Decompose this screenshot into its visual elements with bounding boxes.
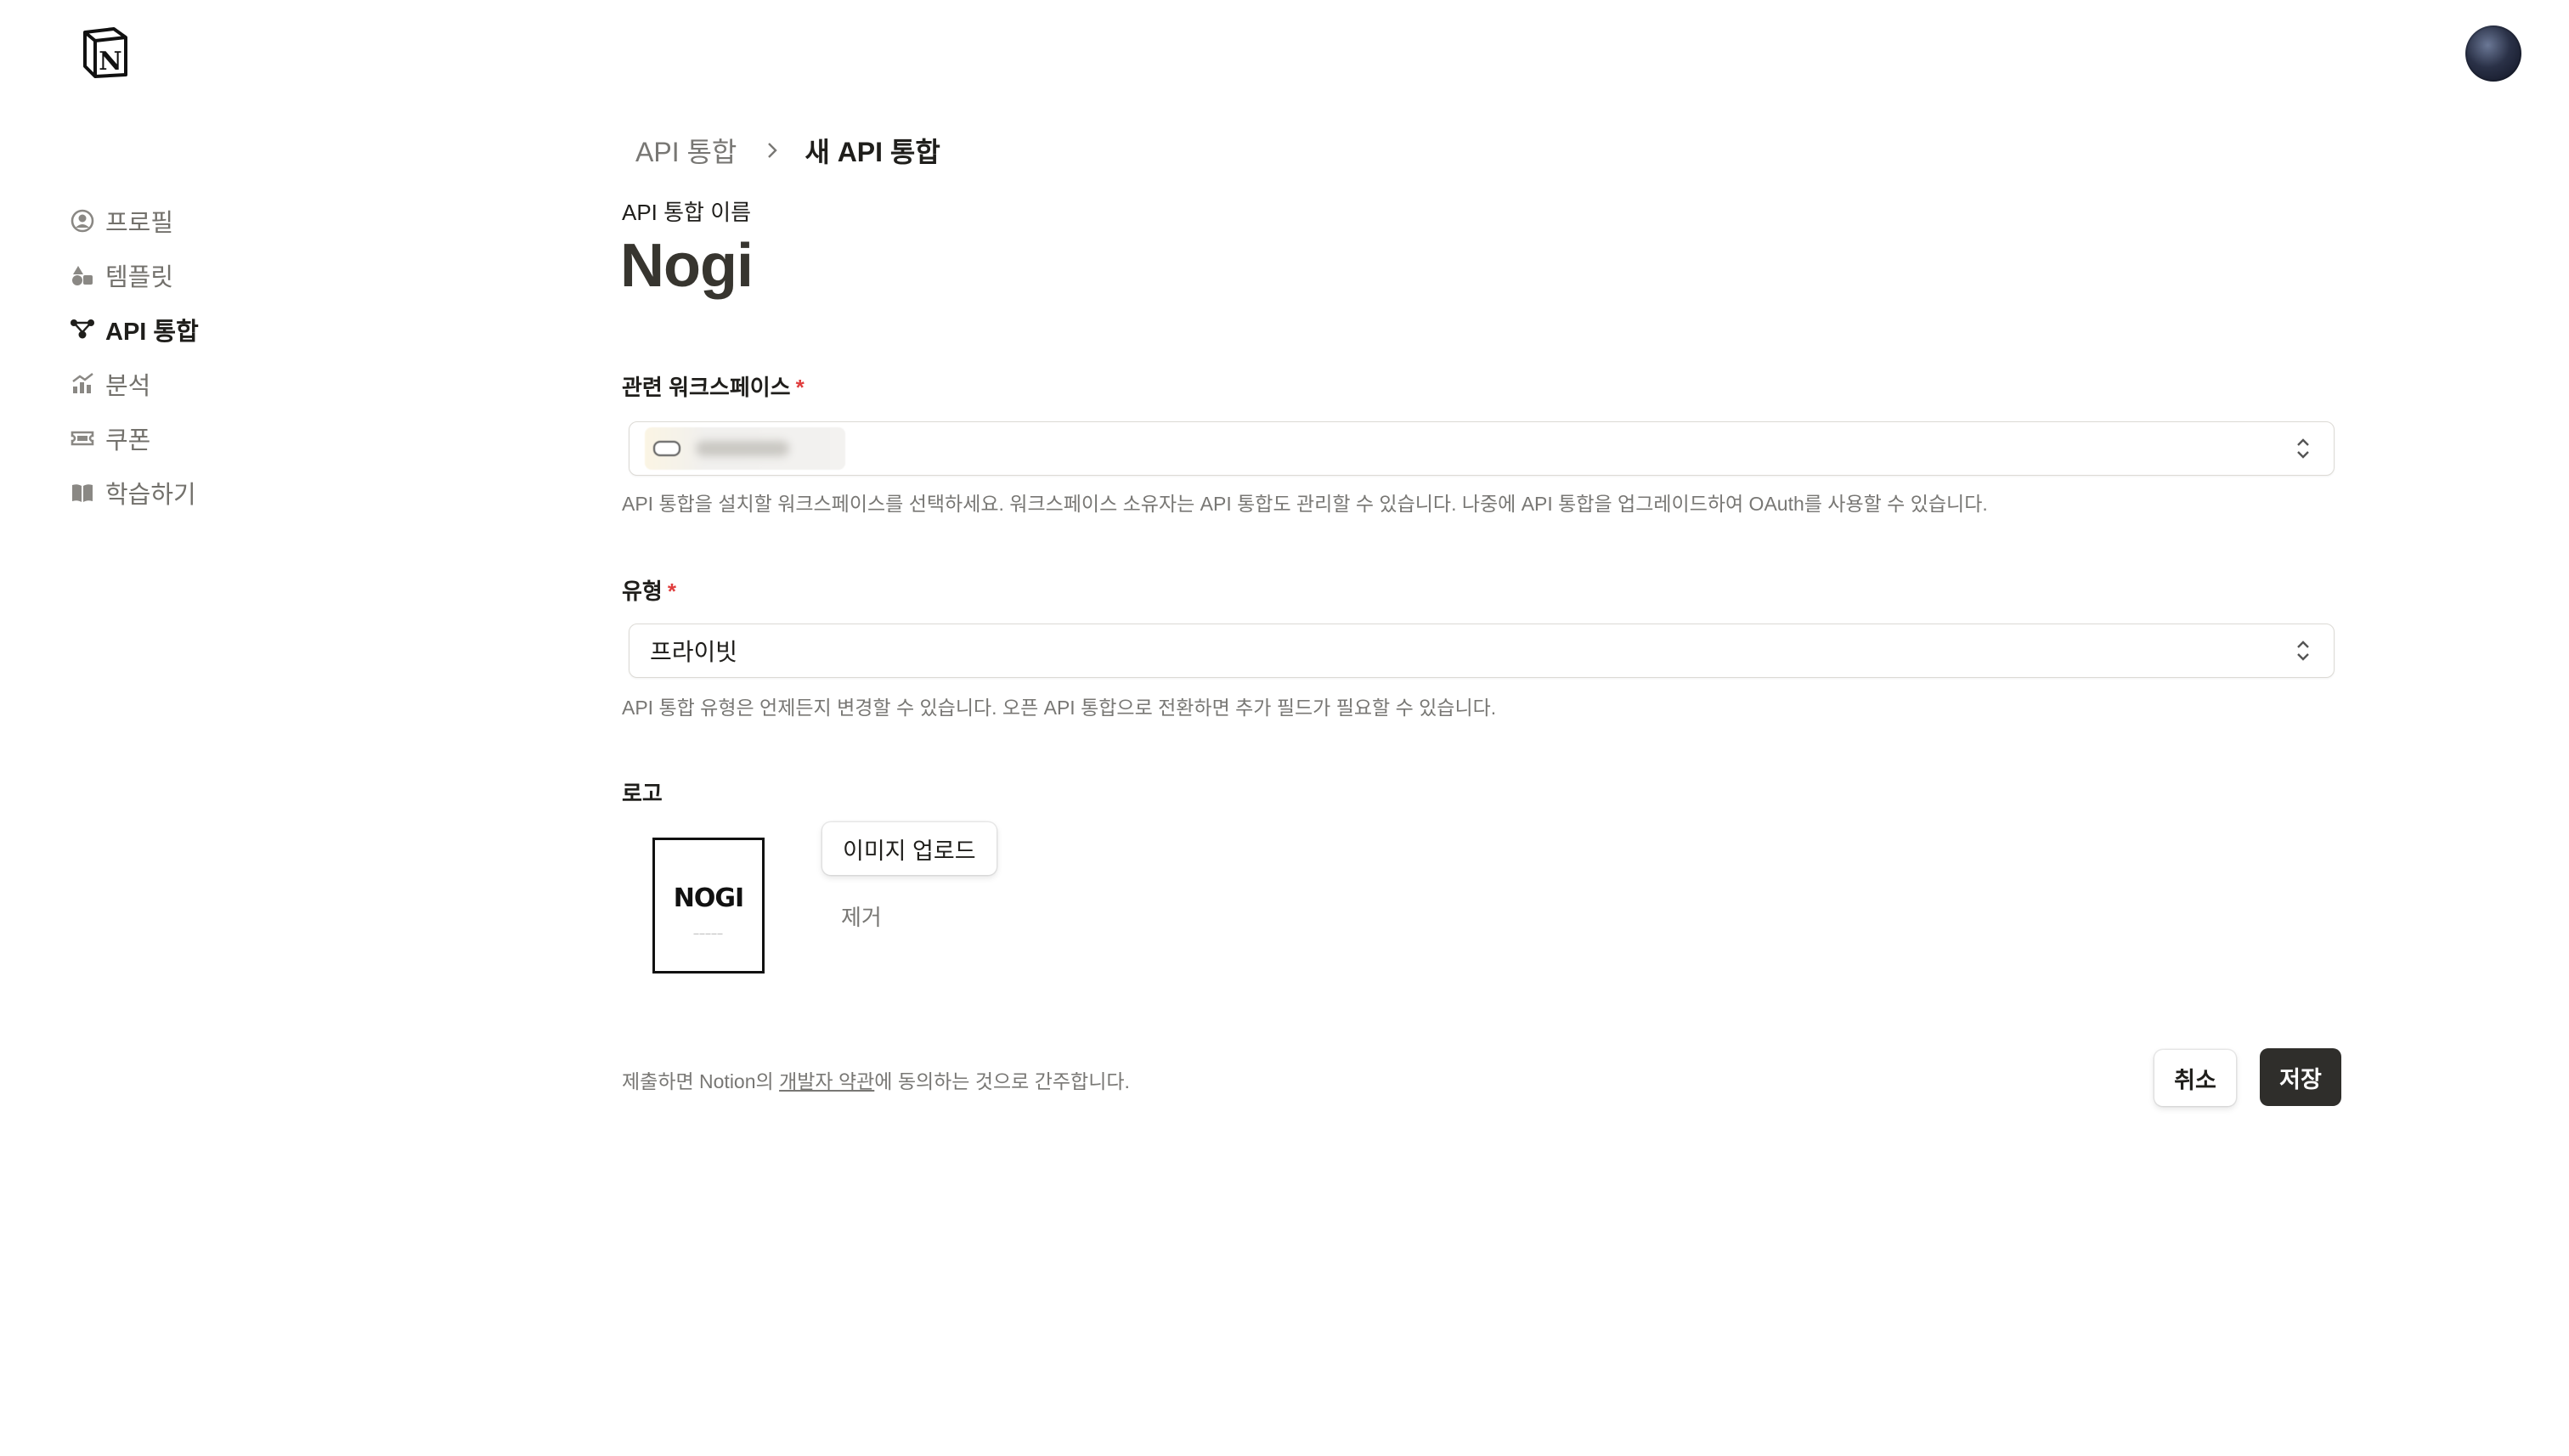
sidebar-item-label: API 통합 <box>105 319 199 346</box>
workspace-icon <box>653 441 680 456</box>
type-select-value: 프라이빗 <box>650 639 738 665</box>
logo-preview: NOGI ————— <box>652 838 765 973</box>
type-select[interactable]: 프라이빗 <box>629 624 2335 678</box>
sidebar-item-templates[interactable]: 템플릿 <box>68 248 374 302</box>
breadcrumb-current: 새 API 통합 <box>805 137 940 167</box>
upload-image-button[interactable]: 이미지 업로드 <box>822 822 997 875</box>
breadcrumb: API 통합 새 API 통합 <box>635 131 940 170</box>
sidebar-item-label: 프로필 <box>105 210 174 237</box>
integrations-icon <box>68 315 97 344</box>
templates-icon <box>68 261 97 290</box>
workspace-label-text: 관련 워크스페이스 <box>622 375 791 400</box>
user-avatar[interactable] <box>2465 25 2521 82</box>
terms-prefix: 제출하면 Notion의 <box>622 1070 780 1092</box>
workspace-label: 관련 워크스페이스 * <box>622 370 805 402</box>
chevron-up-down-icon <box>2297 641 2309 661</box>
sidebar-item-profile[interactable]: 프로필 <box>68 194 374 248</box>
sidebar-item-label: 학습하기 <box>105 482 196 509</box>
workspace-name-redacted <box>696 441 789 456</box>
integration-name-label: API 통합 이름 <box>622 200 752 225</box>
book-icon <box>68 478 97 507</box>
breadcrumb-parent[interactable]: API 통합 <box>635 131 737 170</box>
cancel-button[interactable]: 취소 <box>2154 1050 2236 1106</box>
analytics-icon <box>68 370 97 398</box>
logo-preview-tagline: ————— <box>693 931 724 937</box>
developer-terms-link[interactable]: 개발자 약관 <box>779 1070 874 1092</box>
terms-suffix: 에 동의하는 것으로 간주합니다. <box>874 1070 1130 1092</box>
svg-text:N: N <box>99 47 121 76</box>
integration-name-value[interactable]: Nogi <box>620 231 754 301</box>
type-label: 유형 * <box>622 574 676 606</box>
notion-logo-icon[interactable]: N <box>80 25 131 80</box>
terms-text: 제출하면 Notion의 개발자 약관에 동의하는 것으로 간주합니다. <box>622 1065 1130 1094</box>
required-mark: * <box>795 375 805 400</box>
sidebar-item-coupons[interactable]: 쿠폰 <box>68 411 374 466</box>
workspace-select[interactable] <box>629 421 2335 476</box>
coupon-icon <box>68 424 97 453</box>
chevron-up-down-icon <box>2297 438 2309 459</box>
save-button[interactable]: 저장 <box>2260 1048 2341 1106</box>
sidebar-item-learn[interactable]: 학습하기 <box>68 466 374 520</box>
sidebar-item-integrations[interactable]: API 통합 <box>68 302 374 357</box>
workspace-chip <box>645 427 845 470</box>
sidebar: 프로필 템플릿 API 통합 분석 쿠폰 학습하기 <box>68 194 374 520</box>
type-label-text: 유형 <box>622 578 663 604</box>
remove-image-button[interactable]: 제거 <box>841 900 882 932</box>
sidebar-item-label: 분석 <box>105 373 151 400</box>
logo-preview-text: NOGI <box>673 883 744 913</box>
sidebar-item-label: 쿠폰 <box>105 427 151 454</box>
type-help-text: API 통합 유형은 언제든지 변경할 수 있습니다. 오픈 API 통합으로 … <box>622 697 1497 719</box>
workspace-help-text: API 통합을 설치할 워크스페이스를 선택하세요. 워크스페이스 소유자는 A… <box>622 493 1988 515</box>
profile-icon <box>68 206 97 235</box>
chevron-right-icon <box>762 140 782 161</box>
required-mark: * <box>667 578 676 604</box>
logo-label: 로고 <box>622 781 663 806</box>
sidebar-item-analytics[interactable]: 분석 <box>68 357 374 411</box>
sidebar-item-label: 템플릿 <box>105 264 174 291</box>
